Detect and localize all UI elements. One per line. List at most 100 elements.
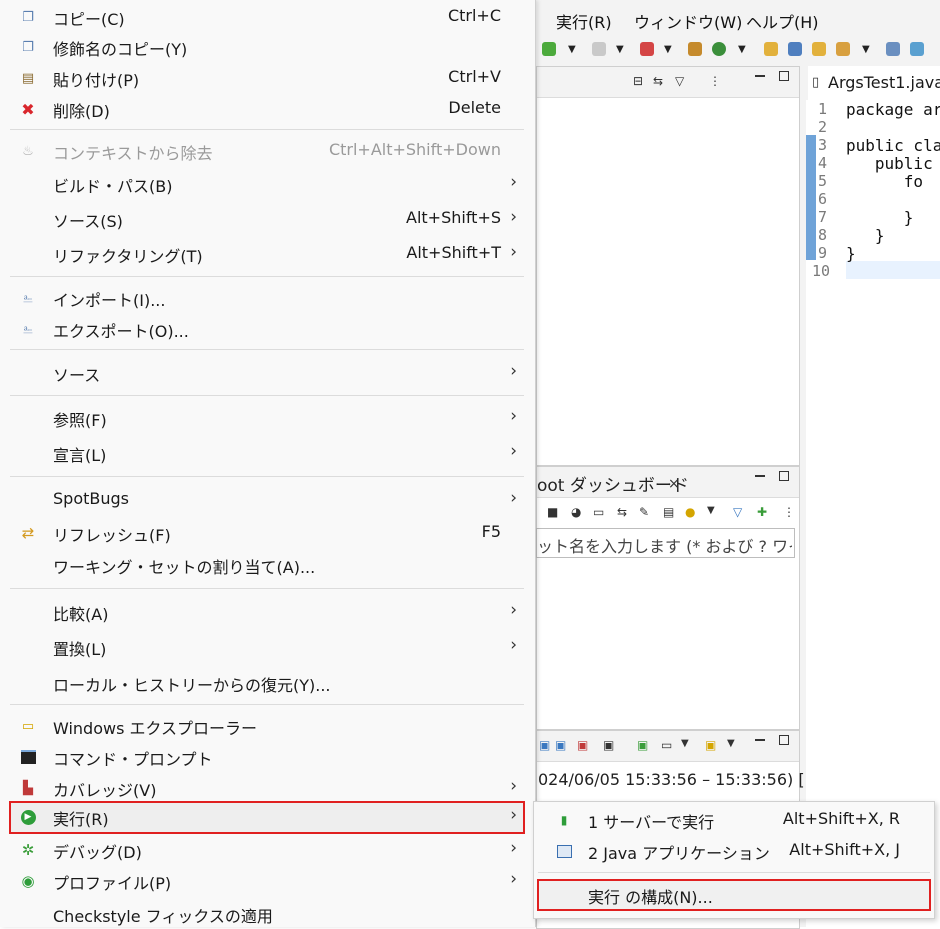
menu-item-refactoring[interactable]: リファクタリング(T) Alt+Shift+T › (10, 239, 524, 269)
menu-item-source[interactable]: ソース › (10, 358, 524, 388)
profile-icon: ◉ (21, 872, 35, 890)
filter-icon[interactable]: ▽ (675, 74, 684, 88)
menu-item-label: ワーキング・セットの割り当て(A)... (53, 558, 316, 577)
new-folder-icon[interactable] (764, 42, 778, 56)
display-console-icon[interactable]: ▣ (555, 738, 566, 752)
stop-icon[interactable]: ■ (547, 505, 558, 519)
menu-run[interactable]: 実行(R) (556, 9, 612, 33)
menu-item-label: コンテキストから除去 (53, 144, 213, 163)
debug-server-icon[interactable] (640, 42, 654, 56)
menu-item-source-s[interactable]: ソース(S) Alt+Shift+S › (10, 204, 524, 234)
menu-item-import[interactable]: ⎁ インポート(I)... (10, 283, 524, 313)
export-icon: ⎁ (22, 321, 34, 337)
stop-icon[interactable] (592, 42, 606, 56)
menu-item-copy-qualified-name[interactable]: ❐ 修飾名のコピー(Y) (10, 32, 524, 62)
monitor-icon[interactable]: ▭ (661, 738, 672, 752)
open-console-icon[interactable]: ▣ (637, 738, 648, 752)
remove-context-icon: ♨ (22, 143, 34, 159)
new-console-view-icon[interactable]: ▣ (705, 738, 716, 752)
menu-item-windows-explorer[interactable]: ▭ Windows エクスプローラー (10, 711, 524, 741)
view-menu-icon[interactable]: ⋮ (709, 74, 721, 88)
menu-help[interactable]: ヘルプ(H) (746, 9, 819, 33)
chevron-down-icon[interactable]: ▼ (727, 738, 735, 749)
lightbulb-icon[interactable]: ● (685, 505, 695, 519)
maximize-icon[interactable] (779, 735, 789, 745)
menu-item-copy[interactable]: ❐ コピー(C) Ctrl+C (10, 2, 524, 32)
package-icon[interactable] (688, 42, 702, 56)
chevron-down-icon[interactable]: ▼ (862, 44, 870, 55)
pin-console-icon[interactable]: ▣ (539, 738, 550, 752)
delete-icon: ✖ (21, 99, 35, 119)
code-line: package ar (846, 100, 940, 119)
console-icon[interactable]: ▭ (593, 505, 604, 519)
run-external-icon[interactable] (542, 42, 556, 56)
minimize-icon[interactable] (755, 475, 765, 477)
collapse-all-icon[interactable]: ⊟ (633, 74, 643, 88)
menu-item-debug[interactable]: ✲ デバッグ(D) › (10, 835, 524, 865)
chevron-down-icon[interactable]: ▼ (664, 44, 672, 55)
menu-item-profile[interactable]: ◉ プロファイル(P) › (10, 866, 524, 896)
boot-dashboard-filter-input[interactable]: ット名を入力します (* および ? ワイル (536, 528, 795, 558)
launch-icon[interactable] (836, 42, 850, 56)
chevron-down-icon[interactable]: ▼ (616, 44, 624, 55)
chevron-down-icon[interactable]: ▼ (738, 44, 746, 55)
menu-item-checkstyle-fixes[interactable]: Checkstyle フィックスの適用 (10, 899, 524, 929)
line-number: 3 (818, 136, 828, 154)
close-icon[interactable]: × (668, 476, 680, 492)
chevron-down-icon[interactable]: ▼ (568, 44, 576, 55)
menu-window[interactable]: ウィンドウ(W) (634, 9, 742, 33)
view-menu-icon[interactable]: ⋮ (783, 505, 795, 519)
main-toolbar: ▼ ▼ ▼ ▼ ▼ (536, 38, 940, 64)
menu-item-restore-local-history[interactable]: ローカル・ヒストリーからの復元(Y)... (10, 668, 524, 698)
submenu-item-run-configurations[interactable]: 実行 の構成(N)... (537, 879, 931, 911)
minimize-icon[interactable] (755, 739, 765, 741)
menu-item-build-path[interactable]: ビルド・パス(B) › (10, 169, 524, 199)
menu-item-remove-from-context[interactable]: ♨ コンテキストから除去 Ctrl+Alt+Shift+Down (10, 136, 524, 166)
menu-item-spotbugs[interactable]: SpotBugs › (10, 485, 524, 515)
menu-item-replace[interactable]: 置換(L) › (10, 632, 524, 662)
new-console-icon[interactable]: ▣ (577, 738, 588, 752)
menu-item-shortcut: Alt+Shift+S (406, 208, 501, 227)
chevron-down-icon[interactable]: ▼ (707, 505, 715, 516)
edit-icon[interactable]: ✎ (639, 505, 649, 519)
menu-item-label: リファクタリング(T) (53, 247, 203, 266)
menu-item-shortcut: Ctrl+C (447, 6, 501, 25)
menu-item-command-prompt[interactable]: コマンド・プロンプト (10, 742, 524, 772)
save-icon[interactable]: ▣ (603, 738, 614, 752)
chevron-right-icon: › (510, 869, 517, 889)
chevron-down-icon[interactable]: ▼ (681, 738, 689, 749)
menu-item-delete[interactable]: ✖ 削除(D) Delete (10, 94, 524, 124)
maximize-icon[interactable] (779, 71, 789, 81)
add-icon[interactable]: ✚ (757, 505, 767, 519)
menu-item-coverage[interactable]: ▙ カバレッジ(V) › (10, 773, 524, 803)
submenu-item-java-application[interactable]: 2 Java アプリケーション Alt+Shift+X, J (538, 836, 930, 866)
toggle-icon[interactable]: ◕ (571, 505, 581, 519)
properties-icon[interactable]: ▤ (663, 505, 674, 519)
link-editor-icon[interactable]: ⇆ (653, 74, 663, 88)
menu-item-references[interactable]: 参照(F) › (10, 403, 524, 433)
toolbar-extra-icon[interactable] (910, 42, 924, 56)
menu-item-export[interactable]: ⎁ エクスポート(O)... (10, 314, 524, 344)
menu-item-refresh[interactable]: ⇄ リフレッシュ(F) F5 (10, 518, 524, 548)
menu-separator (10, 588, 524, 589)
open-folder-icon[interactable] (812, 42, 826, 56)
open-type-icon[interactable] (788, 42, 802, 56)
filter-icon[interactable]: ▽ (733, 505, 742, 519)
menu-item-assign-working-sets[interactable]: ワーキング・セットの割り当て(A)... (10, 550, 524, 580)
navigate-icon[interactable]: ⇆ (617, 505, 627, 519)
line-number: 9 (818, 244, 828, 262)
menu-item-run[interactable]: ▶ 実行(R) › (9, 801, 525, 834)
maximize-icon[interactable] (779, 471, 789, 481)
editor-tab-argstest1[interactable]: ▯ ArgsTest1.java (808, 66, 940, 101)
menu-item-paste[interactable]: ▤ 貼り付け(P) Ctrl+V (10, 63, 524, 93)
settings-icon[interactable] (886, 42, 900, 56)
refresh-server-icon[interactable] (712, 42, 726, 56)
chevron-right-icon: › (510, 600, 517, 620)
menu-item-compare[interactable]: 比較(A) › (10, 597, 524, 627)
submenu-item-run-on-server[interactable]: ▮ 1 サーバーで実行 Alt+Shift+X, R (538, 805, 930, 835)
menu-item-label: 参照(F) (53, 411, 107, 430)
minimize-icon[interactable] (755, 75, 765, 77)
boot-dashboard-tab[interactable]: oot ダッシュボード (537, 471, 689, 496)
copy-icon: ❐ (22, 9, 34, 25)
menu-item-declarations[interactable]: 宣言(L) › (10, 438, 524, 468)
